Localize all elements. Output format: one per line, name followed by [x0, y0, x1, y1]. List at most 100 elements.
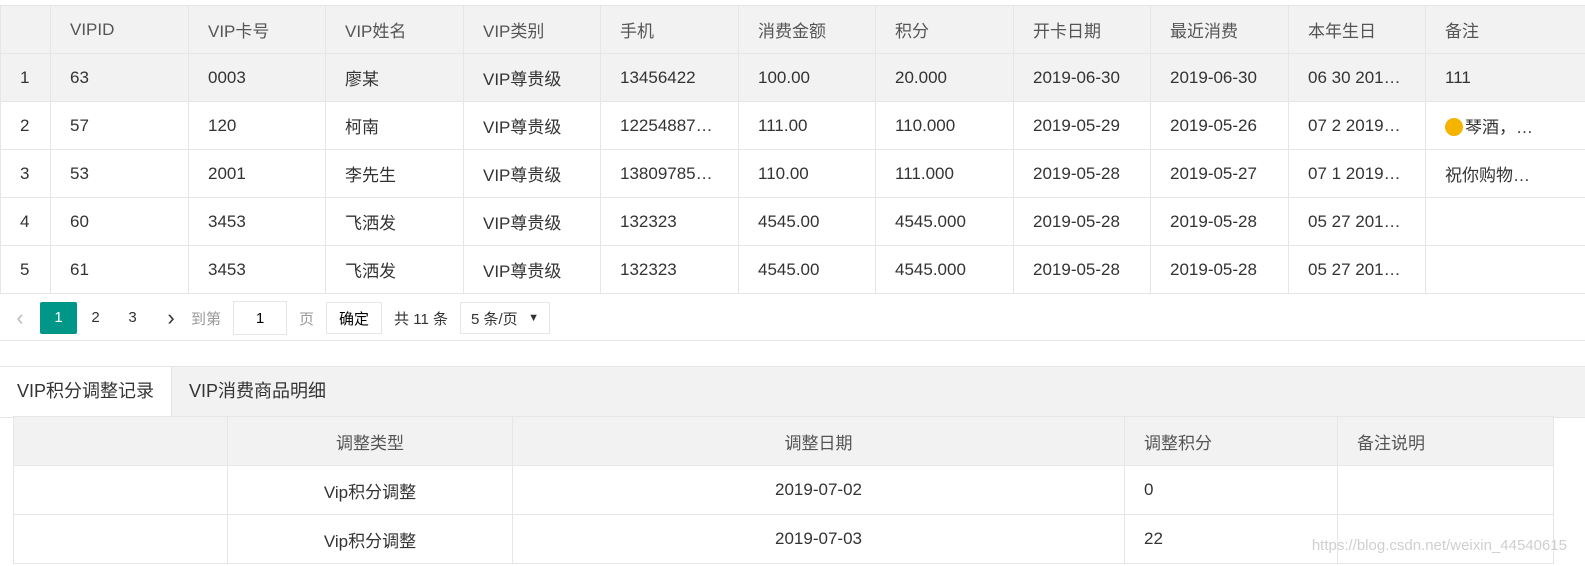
- header-remark[interactable]: 备注: [1425, 5, 1585, 54]
- page-size-select[interactable]: 5 条/页 ▼: [459, 302, 550, 334]
- laughing-emoji-icon: [1445, 118, 1463, 136]
- cell-birthday: 07 2 2019…: [1288, 101, 1426, 150]
- header-open-date[interactable]: 开卡日期: [1013, 5, 1151, 54]
- cell-card-no: 2001: [188, 149, 326, 198]
- table-row[interactable]: 3 53 2001 李先生 VIP尊贵级 13809785… 110.00 11…: [0, 149, 1585, 198]
- table-row[interactable]: 4 60 3453 飞洒发 VIP尊贵级 132323 4545.00 4545…: [0, 197, 1585, 246]
- cell-open-date: 2019-05-28: [1013, 149, 1151, 198]
- cell-index: 1: [0, 53, 51, 102]
- chevron-left-icon[interactable]: ‹: [0, 305, 40, 331]
- table-row[interactable]: 5 61 3453 飞洒发 VIP尊贵级 132323 4545.00 4545…: [0, 245, 1585, 294]
- watermark: https://blog.csdn.net/weixin_44540615: [1311, 537, 1567, 554]
- cell-category: VIP尊贵级: [463, 245, 601, 294]
- cell-points: 4545.000: [875, 197, 1014, 246]
- page-2-button[interactable]: 2: [77, 302, 114, 334]
- cell-amount: 100.00: [738, 53, 876, 102]
- cell-birthday: 07 1 2019…: [1288, 149, 1426, 198]
- cell-remark: [1425, 197, 1585, 246]
- header-birthday[interactable]: 本年生日: [1288, 5, 1426, 54]
- cell-birthday: 06 30 201…: [1288, 53, 1426, 102]
- cell-remark-text: 琴酒，…: [1465, 118, 1533, 137]
- cell-name: 飞洒发: [325, 197, 464, 246]
- table-row[interactable]: 2 57 120 柯南 VIP尊贵级 12254887… 111.00 110.…: [0, 101, 1585, 150]
- tab-consume-detail[interactable]: VIP消费商品明细: [172, 367, 343, 417]
- vip-table-header-row: VIPID VIP卡号 VIP姓名 VIP类别 手机 消费金额 积分 开卡日期 …: [0, 5, 1585, 54]
- cell-last-consume: 2019-05-27: [1150, 149, 1289, 198]
- header-last-consume[interactable]: 最近消费: [1150, 5, 1289, 54]
- tab-points-adjust[interactable]: VIP积分调整记录: [0, 367, 173, 417]
- adj-header-type[interactable]: 调整类型: [227, 416, 513, 466]
- total-count: 共 11 条: [394, 310, 448, 328]
- page-label: 页: [299, 310, 315, 328]
- cell-card-no: 120: [188, 101, 326, 150]
- adj-header-remark[interactable]: 备注说明: [1337, 416, 1554, 466]
- cell-index: 2: [0, 101, 51, 150]
- cell-card-no: 3453: [188, 197, 326, 246]
- table-row[interactable]: 1 63 0003 廖某 VIP尊贵级 13456422 100.00 20.0…: [0, 53, 1585, 102]
- cell-amount: 4545.00: [738, 197, 876, 246]
- cell-remark: [1425, 245, 1585, 294]
- cell-vipid: 53: [50, 149, 189, 198]
- adj-cell-points: 22: [1124, 514, 1338, 564]
- cell-phone: 13456422: [600, 53, 739, 102]
- cell-points: 110.000: [875, 101, 1014, 150]
- table-row[interactable]: Vip积分调整 2019-07-02 0: [13, 465, 1554, 515]
- cell-vipid: 61: [50, 245, 189, 294]
- header-index: [0, 5, 51, 54]
- cell-remark: 琴酒，…: [1425, 101, 1585, 150]
- header-category[interactable]: VIP类别: [463, 5, 601, 54]
- adj-cell-remark: [1337, 465, 1554, 515]
- goto-page-input[interactable]: [233, 301, 288, 335]
- adj-header-points[interactable]: 调整积分: [1124, 416, 1338, 466]
- tab-bar: VIP积分调整记录 VIP消费商品明细: [0, 366, 1585, 418]
- cell-remark: 祝你购物…: [1425, 149, 1585, 198]
- page-1-button[interactable]: 1: [40, 302, 77, 334]
- cell-vipid: 60: [50, 197, 189, 246]
- page-3-button[interactable]: 3: [114, 302, 151, 334]
- cell-phone: 13809785…: [600, 149, 739, 198]
- vip-table: VIPID VIP卡号 VIP姓名 VIP类别 手机 消费金额 积分 开卡日期 …: [0, 5, 1585, 294]
- header-name[interactable]: VIP姓名: [325, 5, 464, 54]
- chevron-right-icon[interactable]: ›: [151, 305, 191, 331]
- cell-category: VIP尊贵级: [463, 53, 601, 102]
- cell-open-date: 2019-05-29: [1013, 101, 1151, 150]
- cell-amount: 110.00: [738, 149, 876, 198]
- cell-last-consume: 2019-06-30: [1150, 53, 1289, 102]
- cell-phone: 132323: [600, 197, 739, 246]
- header-vipid[interactable]: VIPID: [50, 5, 189, 54]
- cell-category: VIP尊贵级: [463, 149, 601, 198]
- cell-index: 4: [0, 197, 51, 246]
- pagination: ‹ 1 2 3 › 到第 页 确定 共 11 条 5 条/页 ▼: [0, 296, 1585, 341]
- cell-open-date: 2019-06-30: [1013, 53, 1151, 102]
- cell-last-consume: 2019-05-28: [1150, 197, 1289, 246]
- cell-name: 廖某: [325, 53, 464, 102]
- header-points[interactable]: 积分: [875, 5, 1014, 54]
- cell-points: 20.000: [875, 53, 1014, 102]
- cell-open-date: 2019-05-28: [1013, 245, 1151, 294]
- cell-category: VIP尊贵级: [463, 101, 601, 150]
- adj-cell-blank: [13, 465, 228, 515]
- vip-table-container: VIPID VIP卡号 VIP姓名 VIP类别 手机 消费金额 积分 开卡日期 …: [0, 5, 1585, 294]
- adj-header-date[interactable]: 调整日期: [512, 416, 1125, 466]
- cell-birthday: 05 27 201…: [1288, 245, 1426, 294]
- adj-cell-date: 2019-07-02: [512, 465, 1125, 515]
- goto-label: 到第: [191, 310, 222, 328]
- header-card-no[interactable]: VIP卡号: [188, 5, 326, 54]
- header-phone[interactable]: 手机: [600, 5, 739, 54]
- cell-index: 5: [0, 245, 51, 294]
- cell-card-no: 0003: [188, 53, 326, 102]
- adj-cell-blank: [13, 514, 228, 564]
- cell-points: 4545.000: [875, 245, 1014, 294]
- cell-name: 柯南: [325, 101, 464, 150]
- adj-cell-points: 0: [1124, 465, 1338, 515]
- cell-last-consume: 2019-05-28: [1150, 245, 1289, 294]
- cell-open-date: 2019-05-28: [1013, 197, 1151, 246]
- cell-phone: 132323: [600, 245, 739, 294]
- header-amount[interactable]: 消费金额: [738, 5, 876, 54]
- adj-cell-type: Vip积分调整: [227, 465, 513, 515]
- cell-index: 3: [0, 149, 51, 198]
- cell-last-consume: 2019-05-26: [1150, 101, 1289, 150]
- adj-cell-date: 2019-07-03: [512, 514, 1125, 564]
- confirm-button[interactable]: 确定: [326, 302, 383, 334]
- cell-vipid: 57: [50, 101, 189, 150]
